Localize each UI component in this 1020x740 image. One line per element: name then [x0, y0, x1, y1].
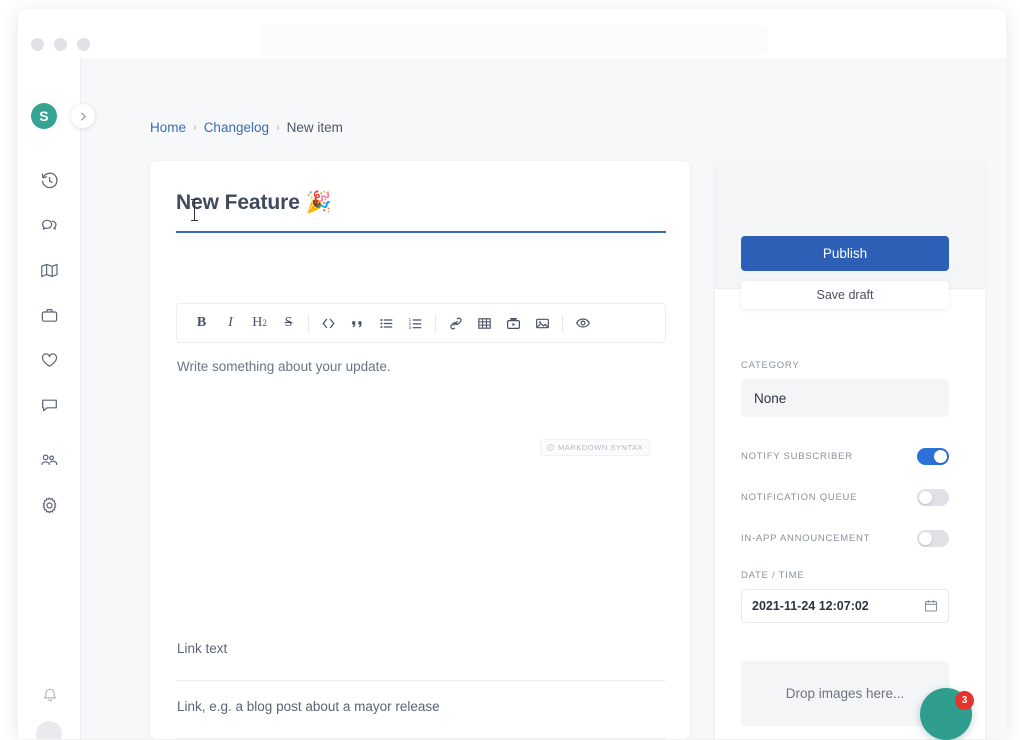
breadcrumb-changelog[interactable]: Changelog — [204, 120, 269, 135]
sidebar-item-roadmap[interactable] — [18, 253, 81, 288]
notification-queue-row: NOTIFICATION QUEUE — [741, 487, 949, 507]
users-icon — [40, 451, 59, 470]
preview-eye-icon[interactable] — [570, 311, 595, 336]
datetime-input[interactable]: 2021-11-24 12:07:02 — [741, 589, 949, 623]
heart-icon — [40, 351, 59, 370]
sidebar-rail: S — [18, 58, 95, 739]
address-bar[interactable] — [260, 25, 768, 55]
link-icon[interactable] — [443, 311, 468, 336]
calendar-icon[interactable] — [924, 599, 938, 613]
category-label: CATEGORY — [741, 360, 800, 371]
brand-logo[interactable]: S — [31, 103, 57, 129]
bulleted-list-icon[interactable] — [374, 311, 399, 336]
gear-icon — [40, 496, 59, 515]
link-text-placeholder: Link text — [177, 641, 228, 656]
divider — [562, 314, 563, 332]
link-text-input[interactable]: Link text — [176, 623, 666, 681]
support-unread-badge: 3 — [955, 691, 974, 710]
title-input[interactable]: New Feature 🎉 — [176, 191, 666, 233]
breadcrumb-current: New item — [286, 120, 343, 135]
bell-icon[interactable] — [18, 680, 81, 712]
strikethrough-icon[interactable]: S — [276, 311, 301, 336]
inapp-announcement-row: IN-APP ANNOUNCEMENT — [741, 528, 949, 548]
italic-icon[interactable]: I — [218, 311, 243, 336]
maximize-dot[interactable] — [77, 38, 90, 51]
breadcrumb-home[interactable]: Home — [150, 120, 186, 135]
chat-bubbles-icon — [40, 216, 59, 235]
app-viewport: S Home › Changelog › New item New Featur… — [18, 58, 1006, 739]
publish-settings-panel: Publish Save draft CATEGORY None NOTIFY … — [715, 161, 985, 739]
sidebar-item-feedback[interactable] — [18, 208, 81, 243]
body-textarea[interactable] — [176, 353, 666, 623]
youtube-icon[interactable] — [501, 311, 526, 336]
link-url-input[interactable]: Link, e.g. a blog post about a mayor rel… — [176, 681, 666, 739]
svg-text:3: 3 — [409, 325, 412, 330]
window-controls — [31, 38, 90, 51]
text-cursor-icon — [191, 199, 198, 221]
briefcase-icon — [40, 306, 59, 325]
notify-subscriber-label: NOTIFY SUBSCRIBER — [741, 450, 853, 462]
breadcrumb-separator: › — [193, 121, 197, 134]
divider — [308, 314, 309, 332]
numbered-list-icon[interactable]: 1 2 3 — [403, 311, 428, 336]
category-select[interactable]: None — [741, 379, 949, 417]
image-icon[interactable] — [530, 311, 555, 336]
minimize-dot[interactable] — [54, 38, 67, 51]
inapp-announcement-label: IN-APP ANNOUNCEMENT — [741, 532, 871, 544]
main-content: Home › Changelog › New item New Feature … — [81, 58, 1006, 739]
breadcrumb-separator: › — [276, 121, 280, 134]
datetime-value: 2021-11-24 12:07:02 — [752, 599, 869, 613]
comment-icon — [40, 396, 59, 415]
notify-subscriber-toggle[interactable] — [917, 447, 949, 465]
history-clock-icon — [40, 171, 59, 190]
sidebar-item-history[interactable] — [18, 163, 81, 198]
bold-icon[interactable]: B — [189, 311, 214, 336]
divider — [435, 314, 436, 332]
sidebar-item-settings[interactable] — [18, 488, 81, 523]
datetime-label: DATE / TIME — [741, 570, 805, 581]
toggle-knob — [919, 531, 932, 545]
code-icon[interactable] — [316, 311, 341, 336]
browser-titlebar — [18, 9, 1006, 58]
sidebar-item-favorites[interactable] — [18, 343, 81, 378]
sidebar-nav — [18, 163, 81, 523]
browser-window: S Home › Changelog › New item New Featur… — [18, 9, 1006, 739]
quote-icon[interactable] — [345, 311, 370, 336]
markdown-toolbar: B I H2 S 1 2 3 — [176, 303, 666, 343]
table-icon[interactable] — [472, 311, 497, 336]
editor-card: New Feature 🎉 B I H2 S 1 2 3 MARKDOWN SY… — [150, 161, 690, 739]
image-dropzone[interactable]: Drop images here... — [741, 661, 949, 726]
sidebar-item-comments[interactable] — [18, 388, 81, 423]
notify-subscriber-row: NOTIFY SUBSCRIBER — [741, 446, 949, 466]
toggle-knob — [934, 449, 947, 463]
save-draft-button[interactable]: Save draft — [741, 281, 949, 309]
publish-button[interactable]: Publish — [741, 236, 949, 271]
sidebar-item-projects[interactable] — [18, 298, 81, 333]
chevron-right-icon[interactable] — [71, 104, 95, 128]
notification-queue-label: NOTIFICATION QUEUE — [741, 491, 858, 503]
sidebar-item-users[interactable] — [18, 443, 81, 478]
heading-icon[interactable]: H2 — [247, 311, 272, 336]
inapp-announcement-toggle[interactable] — [917, 529, 949, 547]
title-value: New Feature 🎉 — [176, 191, 332, 214]
avatar[interactable] — [36, 721, 62, 739]
map-icon — [40, 261, 59, 280]
notification-queue-toggle[interactable] — [917, 488, 949, 506]
breadcrumb: Home › Changelog › New item — [150, 120, 343, 135]
close-dot[interactable] — [31, 38, 44, 51]
body-placeholder: Write something about your update. — [177, 359, 391, 374]
toggle-knob — [919, 490, 932, 504]
link-url-placeholder: Link, e.g. a blog post about a mayor rel… — [177, 699, 440, 714]
